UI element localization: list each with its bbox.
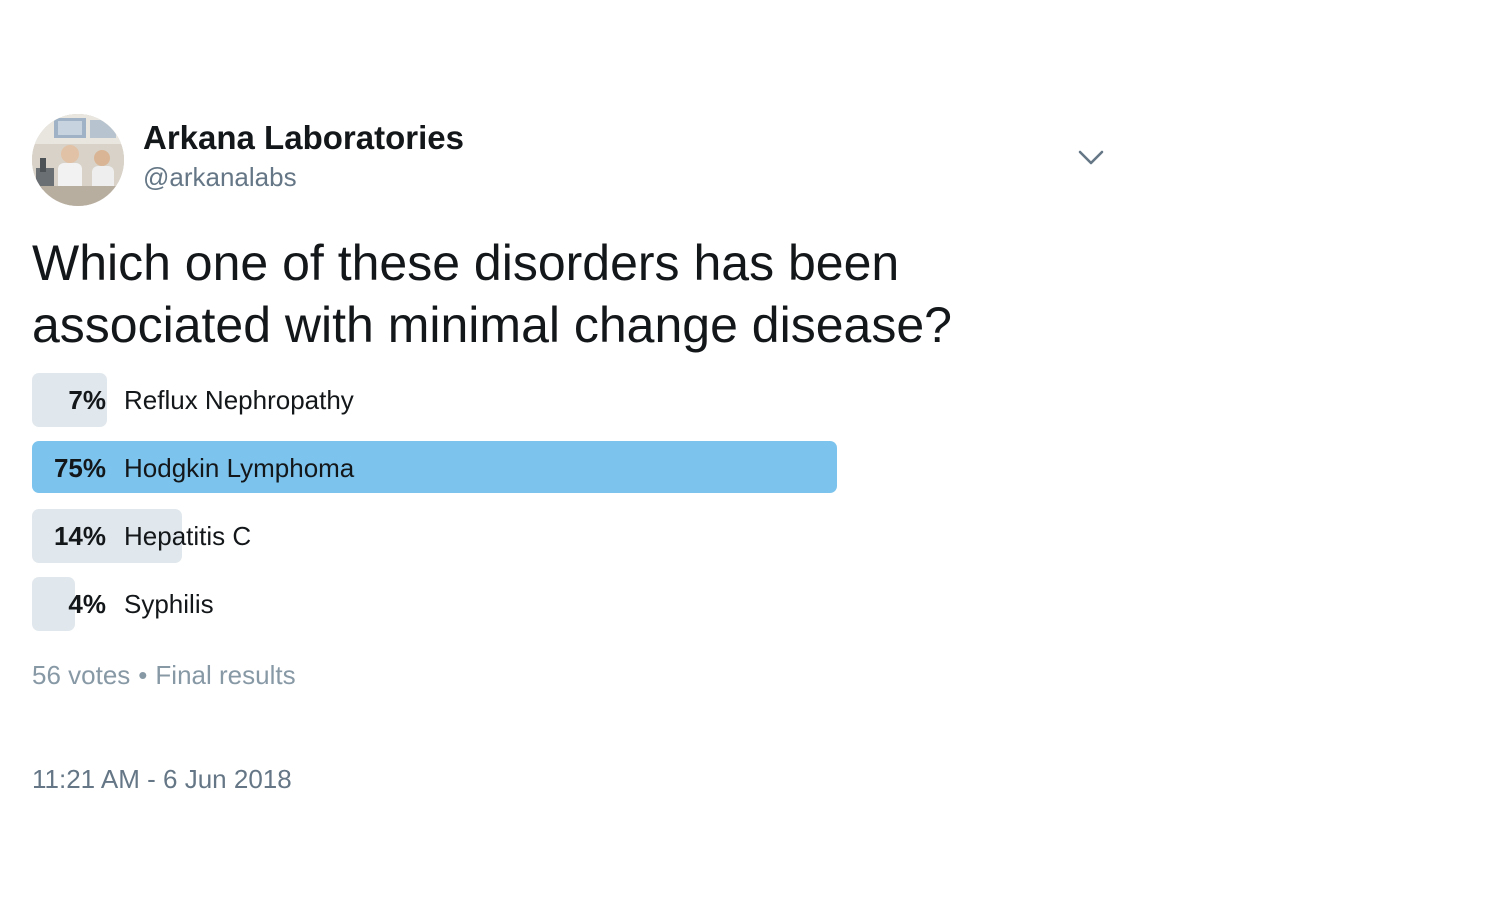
poll: 7% Reflux Nephropathy 75% Hodgkin Lymphoma 1… — [32, 373, 1072, 631]
poll-status: Final results — [155, 660, 296, 690]
poll-choice-label: Reflux Nephropathy — [124, 385, 354, 415]
poll-choice: 7% Reflux Nephropathy — [32, 373, 1072, 427]
poll-choice-percent: 7% — [68, 385, 106, 415]
poll-choice-label: Hepatitis C — [124, 521, 252, 551]
chevron-down-icon[interactable] — [1077, 148, 1105, 168]
footer-separator: • — [138, 660, 148, 690]
tweet-header: Arkana Laboratories @arkanalabs — [32, 112, 1112, 208]
poll-choice-percent: 4% — [68, 589, 106, 619]
avatar-photo — [32, 114, 124, 206]
display-name[interactable]: Arkana Laboratories — [143, 118, 464, 158]
poll-choice-label: Syphilis — [124, 589, 214, 619]
poll-footer: 56 votes • Final results — [32, 658, 1112, 692]
user-names: Arkana Laboratories @arkanalabs — [143, 118, 464, 194]
avatar[interactable] — [32, 114, 124, 206]
poll-choice: 4% Syphilis — [32, 577, 1072, 631]
vote-count: 56 votes — [32, 660, 131, 690]
tweet-card: Arkana Laboratories @arkanalabs Which on… — [32, 112, 1112, 796]
poll-choice-label: Hodgkin Lymphoma — [124, 453, 355, 483]
poll-choice: 14% Hepatitis C — [32, 509, 1072, 563]
poll-choice-percent: 75% — [53, 453, 106, 483]
tweet-timestamp[interactable]: 11:21 AM - 6 Jun 2018 — [32, 762, 1112, 796]
poll-choice: 75% Hodgkin Lymphoma — [32, 441, 1072, 495]
user-handle[interactable]: @arkanalabs — [143, 160, 464, 194]
tweet-text: Which one of these disorders has been as… — [32, 235, 952, 353]
poll-choice-percent: 14% — [53, 521, 106, 551]
